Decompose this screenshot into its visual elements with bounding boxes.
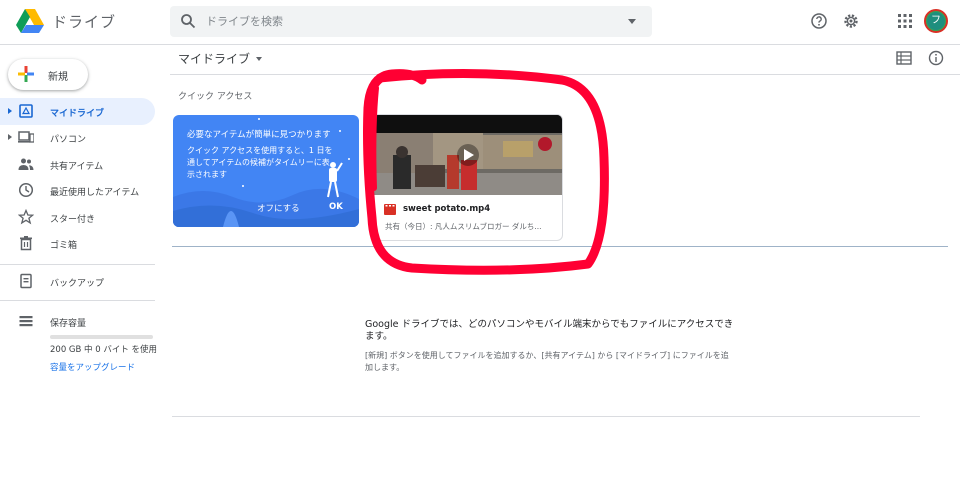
new-button-label: 新規 (48, 72, 68, 83)
expand-arrow-icon[interactable] (8, 108, 12, 114)
storage-icon (19, 316, 33, 327)
chevron-down-icon[interactable] (256, 57, 262, 61)
promo-dismiss-button[interactable]: オフにする (257, 202, 300, 214)
header-divider (0, 44, 960, 45)
content-divider (170, 74, 960, 75)
help-icon[interactable] (810, 12, 828, 30)
storage-usage-text: 200 GB 中 0 バイト を使用 (50, 345, 158, 355)
trash-icon (20, 236, 32, 251)
quick-access-promo-card: 必要なアイテムが簡単に見つかります クイック アクセスを使用すると、1 日を通し… (173, 115, 359, 227)
sidebar-item-trash[interactable]: ゴミ箱 (0, 230, 155, 257)
storage-usage-bar (50, 335, 153, 339)
plus-icon (18, 66, 34, 82)
video-file-icon (384, 204, 396, 215)
top-bar: ドライブ フ (0, 0, 960, 44)
drive-logo[interactable] (16, 9, 44, 33)
video-thumbnail[interactable] (373, 115, 563, 195)
sidebar-divider (0, 300, 155, 301)
my-drive-icon (19, 104, 33, 118)
quick-access-divider (172, 246, 948, 247)
quick-access-title: クイック アクセス (178, 92, 253, 102)
people-icon (18, 158, 34, 170)
sidebar-item-label: マイドライブ (50, 109, 105, 119)
sidebar-item-computers[interactable]: パソコン (0, 124, 155, 151)
sidebar-item-storage[interactable]: 保存容量 (0, 308, 155, 335)
sidebar-item-recent[interactable]: 最近使用したアイテム (0, 177, 155, 204)
star-icon (18, 209, 34, 225)
search-icon[interactable] (180, 13, 196, 29)
avatar[interactable]: フ (924, 9, 948, 33)
computer-icon (18, 131, 34, 143)
sidebar-item-label: 共有アイテム (50, 162, 104, 172)
search-options-icon[interactable] (628, 19, 636, 24)
promo-body: クイック アクセスを使用すると、1 日を通してアイテムの候補がタイムリーに表示さ… (187, 146, 333, 179)
brand-title: ドライブ (52, 13, 117, 31)
backup-icon (20, 273, 32, 289)
empty-state-title: Google ドライブでは、どのパソコンやモバイル端末からでもファイルにアクセス… (365, 319, 734, 342)
sidebar-item-label: バックアップ (50, 279, 105, 289)
sidebar-divider (0, 264, 155, 265)
sidebar-item-starred[interactable]: スター付き (0, 204, 155, 231)
gear-icon[interactable] (842, 12, 860, 30)
sidebar-item-my-drive[interactable]: マイドライブ (0, 98, 155, 125)
info-icon[interactable] (928, 50, 944, 66)
breadcrumb[interactable]: マイドライブ (178, 50, 250, 67)
file-name: sweet potato.mp4 (403, 204, 491, 214)
search-input[interactable] (206, 6, 606, 37)
list-view-icon[interactable] (896, 51, 912, 65)
apps-grid-icon[interactable] (896, 12, 914, 30)
expand-arrow-icon[interactable] (8, 134, 12, 140)
empty-state-subtitle: [新規] ボタンを使用してファイルを追加するか、[共有アイテム] から [マイド… (365, 351, 729, 372)
file-meta: 共有（今日）: 凡人ムスリムブロガー ダルち... (385, 222, 542, 231)
promo-title: 必要なアイテムが簡単に見つかります (187, 130, 331, 140)
bottom-divider (172, 416, 920, 417)
search-bar[interactable] (170, 6, 652, 37)
sidebar-item-shared[interactable]: 共有アイテム (0, 151, 155, 178)
sidebar-item-label: 保存容量 (50, 319, 87, 329)
promo-ok-button[interactable]: OK (329, 202, 343, 212)
sidebar-item-label: パソコン (50, 135, 87, 145)
sidebar-item-label: ゴミ箱 (50, 241, 78, 251)
sidebar-item-label: 最近使用したアイテム (50, 188, 140, 198)
quick-access-file-card[interactable]: sweet potato.mp4 共有（今日）: 凡人ムスリムブロガー ダルち.… (372, 114, 563, 241)
new-button[interactable]: 新規 (8, 59, 88, 90)
upgrade-storage-link[interactable]: 容量をアップグレード (50, 361, 135, 373)
clock-icon (18, 182, 34, 198)
sidebar-item-label: スター付き (50, 215, 96, 225)
sidebar-item-backup[interactable]: バックアップ (0, 268, 155, 295)
